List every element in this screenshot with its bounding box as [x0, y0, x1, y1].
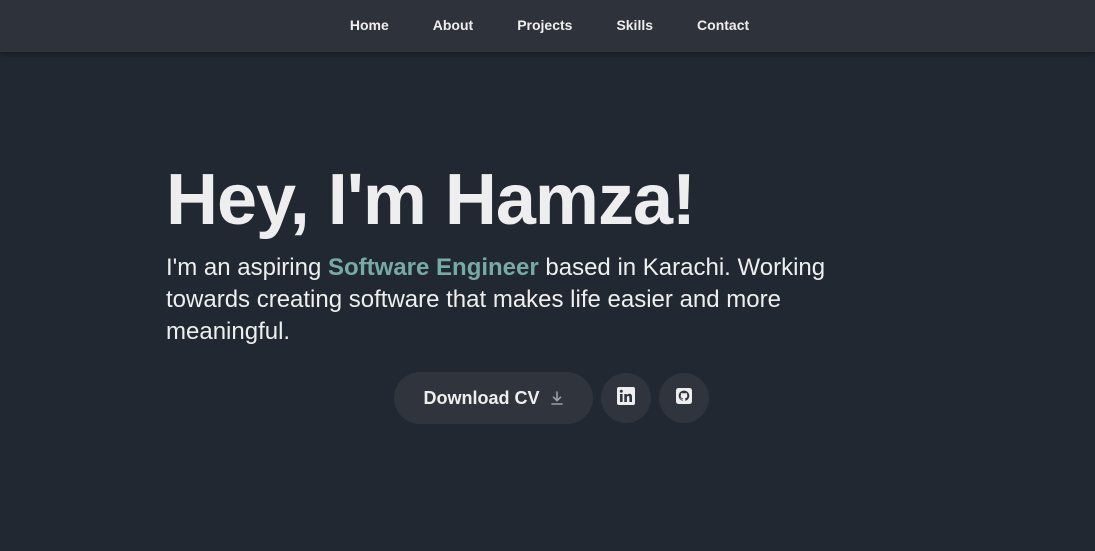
hero-description: I'm an aspiring Software Engineer based … [166, 252, 866, 348]
nav-item-skills: Skills [616, 17, 653, 35]
nav-list: Home About Projects Skills Contact [350, 17, 749, 35]
download-icon [550, 390, 564, 406]
nav-link-skills[interactable]: Skills [616, 17, 653, 33]
hero-title: Hey, I'm Hamza! [166, 160, 696, 240]
github-icon [676, 387, 692, 409]
hero-desc-highlight: Software Engineer [328, 254, 539, 281]
hero-actions: Download CV [394, 372, 709, 424]
nav-item-projects: Projects [517, 17, 572, 35]
nav-item-home: Home [350, 17, 389, 35]
nav-link-about[interactable]: About [433, 17, 473, 33]
nav-link-home[interactable]: Home [350, 17, 389, 33]
nav-link-contact[interactable]: Contact [697, 17, 749, 33]
download-cv-label: Download CV [423, 387, 540, 408]
nav-item-contact: Contact [697, 17, 749, 35]
hero-desc-intro: I'm an aspiring [166, 254, 328, 281]
linkedin-button[interactable] [601, 373, 651, 423]
nav-link-projects[interactable]: Projects [517, 17, 572, 33]
download-cv-button[interactable]: Download CV [394, 372, 593, 424]
navbar: Home About Projects Skills Contact [0, 0, 1095, 52]
linkedin-icon [617, 386, 635, 410]
github-button[interactable] [659, 373, 709, 423]
hero-section: Hey, I'm Hamza! I'm an aspiring Software… [166, 158, 886, 348]
nav-item-about: About [433, 17, 473, 35]
